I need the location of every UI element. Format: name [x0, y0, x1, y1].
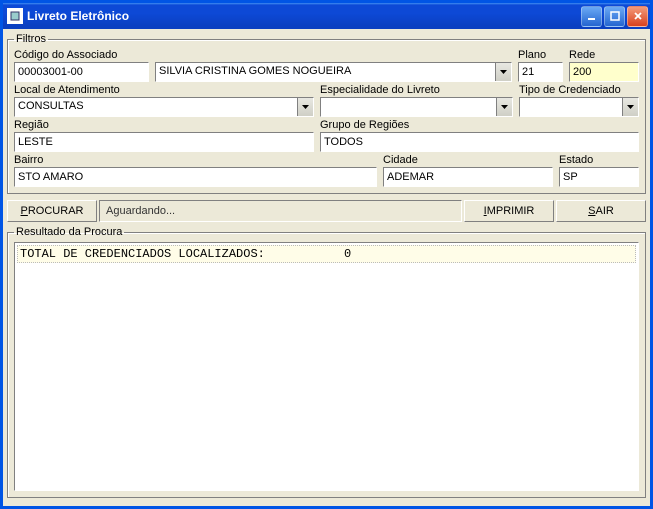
row-4: Bairro Cidade Estado — [14, 154, 639, 187]
cidade-label: Cidade — [383, 154, 553, 166]
minimize-button[interactable] — [581, 6, 602, 27]
status-text: Aguardando... — [106, 205, 175, 217]
regiao-label: Região — [14, 119, 314, 131]
procurar-button[interactable]: PROCURAR — [7, 200, 97, 222]
especialidade-dropdown-button[interactable] — [496, 98, 512, 116]
local-dropdown-button[interactable] — [297, 98, 313, 116]
rede-input[interactable] — [569, 62, 639, 82]
bairro-field: Bairro — [14, 154, 377, 187]
app-icon — [7, 8, 23, 24]
chevron-down-icon — [302, 105, 309, 109]
nome-value: SILVIA CRISTINA GOMES NOGUEIRA — [156, 63, 495, 81]
bairro-input[interactable] — [14, 167, 377, 187]
codigo-label: Código do Associado — [14, 49, 149, 61]
close-button[interactable] — [627, 6, 648, 27]
grupo-field: Grupo de Regiões — [320, 119, 639, 152]
especialidade-value — [321, 98, 496, 116]
codigo-field: Código do Associado — [14, 49, 149, 82]
grupo-input[interactable] — [320, 132, 639, 152]
local-value: CONSULTAS — [15, 98, 297, 116]
maximize-button[interactable] — [604, 6, 625, 27]
regiao-input[interactable] — [14, 132, 314, 152]
tipo-field: Tipo de Credenciado — [519, 84, 639, 117]
close-icon — [633, 11, 643, 21]
client-area: Filtros Código do Associado SILVIA CRIST… — [3, 29, 650, 506]
filtros-legend: Filtros — [14, 33, 48, 45]
local-label: Local de Atendimento — [14, 84, 314, 96]
status-box: Aguardando... — [99, 200, 462, 222]
local-select[interactable]: CONSULTAS — [14, 97, 314, 117]
sair-button[interactable]: SAIR — [556, 200, 646, 222]
plano-input[interactable] — [518, 62, 563, 82]
estado-field: Estado — [559, 154, 639, 187]
estado-input[interactable] — [559, 167, 639, 187]
chevron-down-icon — [501, 105, 508, 109]
nome-label-spacer — [155, 49, 512, 61]
plano-field: Plano — [518, 49, 563, 82]
local-field: Local de Atendimento CONSULTAS — [14, 84, 314, 117]
maximize-icon — [610, 11, 620, 21]
codigo-input[interactable] — [14, 62, 149, 82]
row-3: Região Grupo de Regiões — [14, 119, 639, 152]
tipo-dropdown-button[interactable] — [622, 98, 638, 116]
tipo-select[interactable] — [519, 97, 639, 117]
imprimir-button[interactable]: IMPRIMIR — [464, 200, 554, 222]
bairro-label: Bairro — [14, 154, 377, 166]
chevron-down-icon — [500, 70, 507, 74]
regiao-field: Região — [14, 119, 314, 152]
resultado-group: Resultado da Procura TOTAL DE CREDENCIAD… — [7, 226, 646, 498]
cidade-field: Cidade — [383, 154, 553, 187]
nome-select[interactable]: SILVIA CRISTINA GOMES NOGUEIRA — [155, 62, 512, 82]
row-2: Local de Atendimento CONSULTAS Especiali… — [14, 84, 639, 117]
results-line: TOTAL DE CREDENCIADOS LOCALIZADOS: 0 — [17, 245, 636, 263]
rede-field: Rede — [569, 49, 639, 82]
especialidade-select[interactable] — [320, 97, 513, 117]
nome-field: SILVIA CRISTINA GOMES NOGUEIRA — [155, 49, 512, 82]
especialidade-field: Especialidade do Livreto — [320, 84, 513, 117]
minimize-icon — [587, 11, 597, 21]
especialidade-label: Especialidade do Livreto — [320, 84, 513, 96]
results-area[interactable]: TOTAL DE CREDENCIADOS LOCALIZADOS: 0 — [14, 242, 639, 491]
chevron-down-icon — [627, 105, 634, 109]
window-title: Livreto Eletrônico — [27, 9, 581, 23]
estado-label: Estado — [559, 154, 639, 166]
grupo-label: Grupo de Regiões — [320, 119, 639, 131]
nome-dropdown-button[interactable] — [495, 63, 511, 81]
tipo-value — [520, 98, 622, 116]
window-buttons — [581, 6, 648, 27]
tipo-label: Tipo de Credenciado — [519, 84, 639, 96]
resultado-legend: Resultado da Procura — [14, 226, 124, 238]
plano-label: Plano — [518, 49, 563, 61]
row-1: Código do Associado SILVIA CRISTINA GOME… — [14, 49, 639, 82]
titlebar[interactable]: Livreto Eletrônico — [3, 3, 650, 29]
action-row: PROCURAR Aguardando... IMPRIMIR SAIR — [7, 200, 646, 222]
cidade-input[interactable] — [383, 167, 553, 187]
filtros-group: Filtros Código do Associado SILVIA CRIST… — [7, 33, 646, 194]
app-window: Livreto Eletrônico Filtros Código do Ass… — [0, 0, 653, 509]
rede-label: Rede — [569, 49, 639, 61]
